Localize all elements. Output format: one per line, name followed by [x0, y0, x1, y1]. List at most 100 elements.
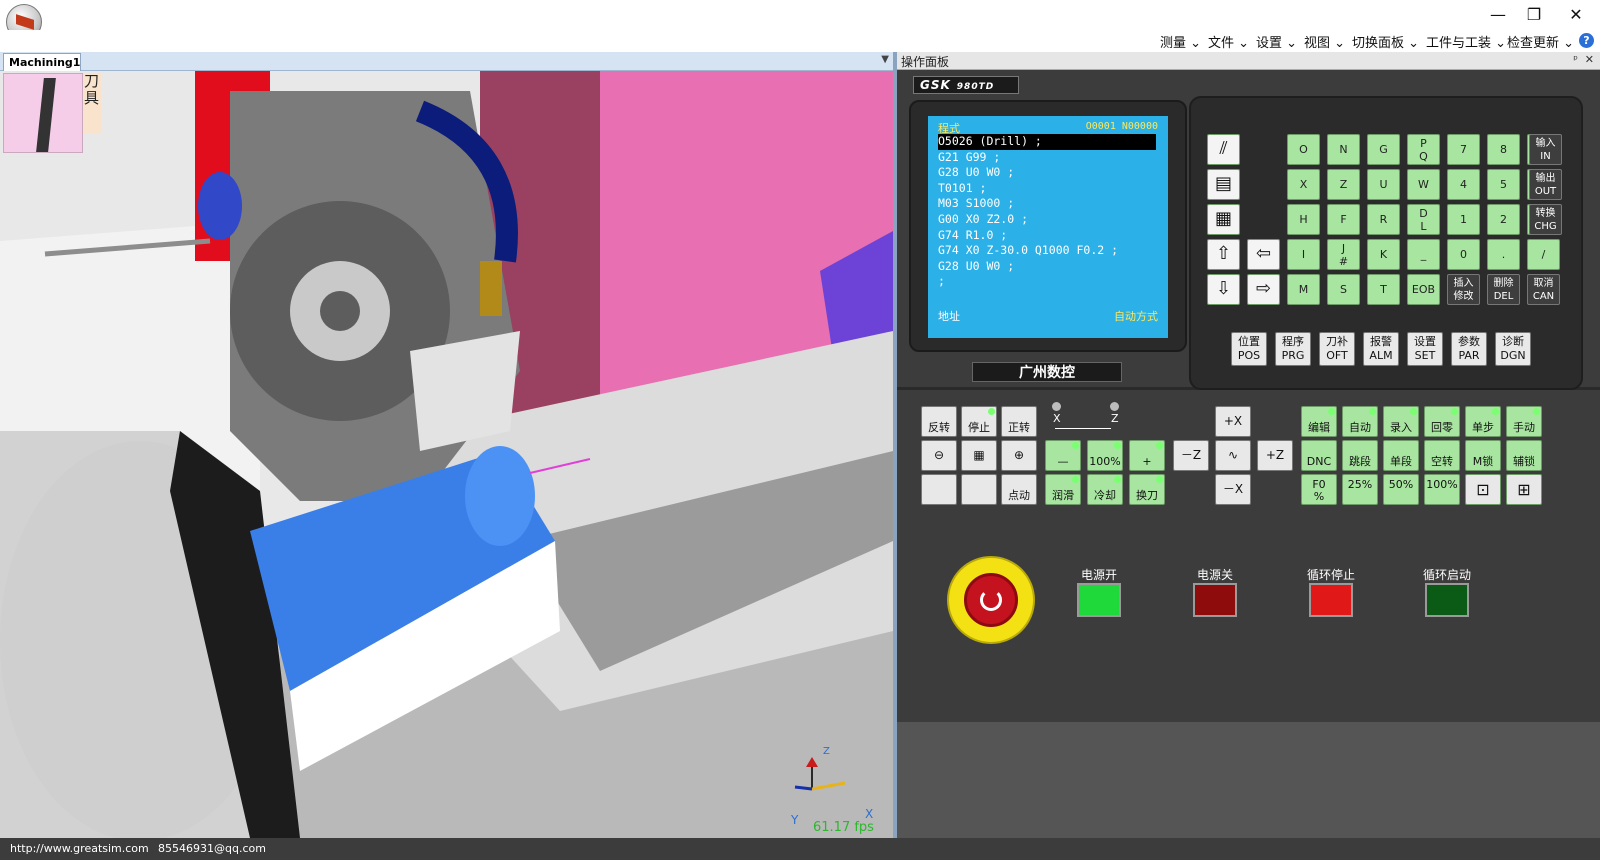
mode-btn-mode_row1-2[interactable]: 录入	[1383, 406, 1419, 437]
aux-btn-2[interactable]: 换刀	[1129, 474, 1165, 505]
spindle-btn-2[interactable]: 正转	[1001, 406, 1037, 437]
mode-btn-mode_row3-0[interactable]: F0 %	[1301, 474, 1337, 505]
key-插入-修改[interactable]: 插入 修改	[1447, 274, 1480, 305]
mode-btn-mode_row2-0[interactable]: DNC	[1301, 440, 1337, 471]
mode-btn-mode_row2-2[interactable]: 单段	[1383, 440, 1419, 471]
mode-btn-mode_row2-5[interactable]: 辅锁	[1506, 440, 1542, 471]
mode-btn-mode_row3-5[interactable]: ⊞	[1506, 474, 1542, 505]
mode-btn-mode_row1-4[interactable]: 单步	[1465, 406, 1501, 437]
power-button-0[interactable]	[1077, 583, 1121, 617]
key-n[interactable]: N	[1327, 134, 1360, 165]
spindle-btn-1[interactable]: 停止	[961, 406, 997, 437]
key-f[interactable]: F	[1327, 204, 1360, 235]
ops-row3-btn-0[interactable]	[921, 474, 957, 505]
key-side-2[interactable]: 转换 CHG	[1529, 204, 1562, 235]
key-s[interactable]: S	[1327, 274, 1360, 305]
key-u[interactable]: U	[1367, 169, 1400, 200]
menu-measure[interactable]: 测量 ⌄	[1160, 32, 1201, 51]
key-x[interactable]: X	[1287, 169, 1320, 200]
key-g[interactable]: G	[1367, 134, 1400, 165]
ops-row2-btn-0[interactable]: ⊖	[921, 440, 957, 471]
emergency-stop-button[interactable]	[947, 556, 1035, 644]
key-1[interactable]: 1	[1447, 204, 1480, 235]
mode-btn-mode_row2-3[interactable]: 空转	[1424, 440, 1460, 471]
panel-close-icon[interactable]: ✕	[1585, 53, 1594, 66]
mode-btn-mode_row3-4[interactable]: ⊡	[1465, 474, 1501, 505]
mode-btn-mode_row2-4[interactable]: M锁	[1465, 440, 1501, 471]
menu-switch-panel[interactable]: 切换面板 ⌄	[1352, 32, 1419, 51]
key-7[interactable]: 7	[1447, 134, 1480, 165]
key-0[interactable]: 0	[1447, 239, 1480, 270]
jog-btn-3[interactable]: +Z	[1257, 440, 1293, 471]
page-down-key[interactable]: ▦	[1207, 204, 1240, 235]
mode-btn-mode_row3-1[interactable]: 25%	[1342, 474, 1378, 505]
key-w[interactable]: W	[1407, 169, 1440, 200]
key-d-l[interactable]: D L	[1407, 204, 1440, 235]
function-key-2[interactable]: 刀补 OFT	[1319, 332, 1355, 366]
key-p-q[interactable]: P Q	[1407, 134, 1440, 165]
menu-file[interactable]: 文件 ⌄	[1208, 32, 1249, 51]
key-o[interactable]: O	[1287, 134, 1320, 165]
spindle-btn-0[interactable]: 反转	[921, 406, 957, 437]
aux-btn-1[interactable]: 冷却	[1087, 474, 1123, 505]
tab-machining1[interactable]: Machining1	[3, 53, 81, 71]
key-j-#[interactable]: J #	[1327, 239, 1360, 270]
key-.[interactable]: .	[1487, 239, 1520, 270]
menu-workpiece[interactable]: 工件与工装 ⌄	[1426, 32, 1506, 51]
jog-btn-1[interactable]: －Z	[1173, 440, 1209, 471]
key-eob[interactable]: EOB	[1407, 274, 1440, 305]
function-key-1[interactable]: 程序 PRG	[1275, 332, 1311, 366]
3d-viewport[interactable]: 刀具 Z X Y 61.17 fps	[0, 71, 893, 838]
mode-btn-mode_row3-3[interactable]: 100%	[1424, 474, 1460, 505]
function-key-3[interactable]: 报警 ALM	[1363, 332, 1399, 366]
key-t[interactable]: T	[1367, 274, 1400, 305]
spindle-override-2[interactable]: +	[1129, 440, 1165, 471]
key-k[interactable]: K	[1367, 239, 1400, 270]
key-z[interactable]: Z	[1327, 169, 1360, 200]
ops-row2-btn-1[interactable]: ▦	[961, 440, 997, 471]
key-i[interactable]: I	[1287, 239, 1320, 270]
menu-view[interactable]: 视图 ⌄	[1304, 32, 1345, 51]
cursor-down-icon[interactable]: ⇩	[1207, 274, 1240, 305]
cursor-right-icon[interactable]: ⇨	[1247, 274, 1280, 305]
tool-label-tab[interactable]: 刀具	[83, 73, 101, 133]
jog-btn-0[interactable]: +X	[1215, 406, 1251, 437]
menu-check-update[interactable]: 检查更新 ⌄	[1507, 32, 1574, 51]
function-key-5[interactable]: 参数 PAR	[1451, 332, 1487, 366]
mode-btn-mode_row1-1[interactable]: 自动	[1342, 406, 1378, 437]
key-h[interactable]: H	[1287, 204, 1320, 235]
key-5[interactable]: 5	[1487, 169, 1520, 200]
mode-btn-mode_row1-0[interactable]: 编辑	[1301, 406, 1337, 437]
minimize-button[interactable]: —	[1478, 4, 1518, 26]
tab-dropdown-icon[interactable]: ▼	[881, 54, 889, 65]
mode-btn-mode_row1-3[interactable]: 回零	[1424, 406, 1460, 437]
mode-btn-mode_row2-1[interactable]: 跳段	[1342, 440, 1378, 471]
power-button-3[interactable]	[1425, 583, 1469, 617]
cursor-left-icon[interactable]: ⇦	[1247, 239, 1280, 270]
key-2[interactable]: 2	[1487, 204, 1520, 235]
key-side-1[interactable]: 输出 OUT	[1529, 169, 1562, 200]
spindle-override-1[interactable]: 100%	[1087, 440, 1123, 471]
function-key-6[interactable]: 诊断 DGN	[1495, 332, 1531, 366]
mode-btn-mode_row3-2[interactable]: 50%	[1383, 474, 1419, 505]
function-key-4[interactable]: 设置 SET	[1407, 332, 1443, 366]
jog-btn-2[interactable]: ∿	[1215, 440, 1251, 471]
pin-icon[interactable]: ᵖ	[1573, 53, 1578, 66]
maximize-button[interactable]: ❐	[1514, 4, 1554, 26]
key-取消-can[interactable]: 取消 CAN	[1527, 274, 1560, 305]
power-button-1[interactable]	[1193, 583, 1237, 617]
key-_[interactable]: _	[1407, 239, 1440, 270]
key-side-0[interactable]: 输入 IN	[1529, 134, 1562, 165]
key-/[interactable]: /	[1527, 239, 1560, 270]
close-button[interactable]: ✕	[1556, 4, 1596, 26]
ops-row2-btn-2[interactable]: ⊕	[1001, 440, 1037, 471]
menu-settings[interactable]: 设置 ⌄	[1256, 32, 1297, 51]
status-email[interactable]: 85546931@qq.com	[158, 842, 266, 855]
function-key-0[interactable]: 位置 POS	[1231, 332, 1267, 366]
tool-preview-thumbnail[interactable]	[3, 73, 83, 153]
aux-btn-0[interactable]: 润滑	[1045, 474, 1081, 505]
key-m[interactable]: M	[1287, 274, 1320, 305]
key-删除-del[interactable]: 删除 DEL	[1487, 274, 1520, 305]
key-r[interactable]: R	[1367, 204, 1400, 235]
cursor-up-icon[interactable]: ⇧	[1207, 239, 1240, 270]
